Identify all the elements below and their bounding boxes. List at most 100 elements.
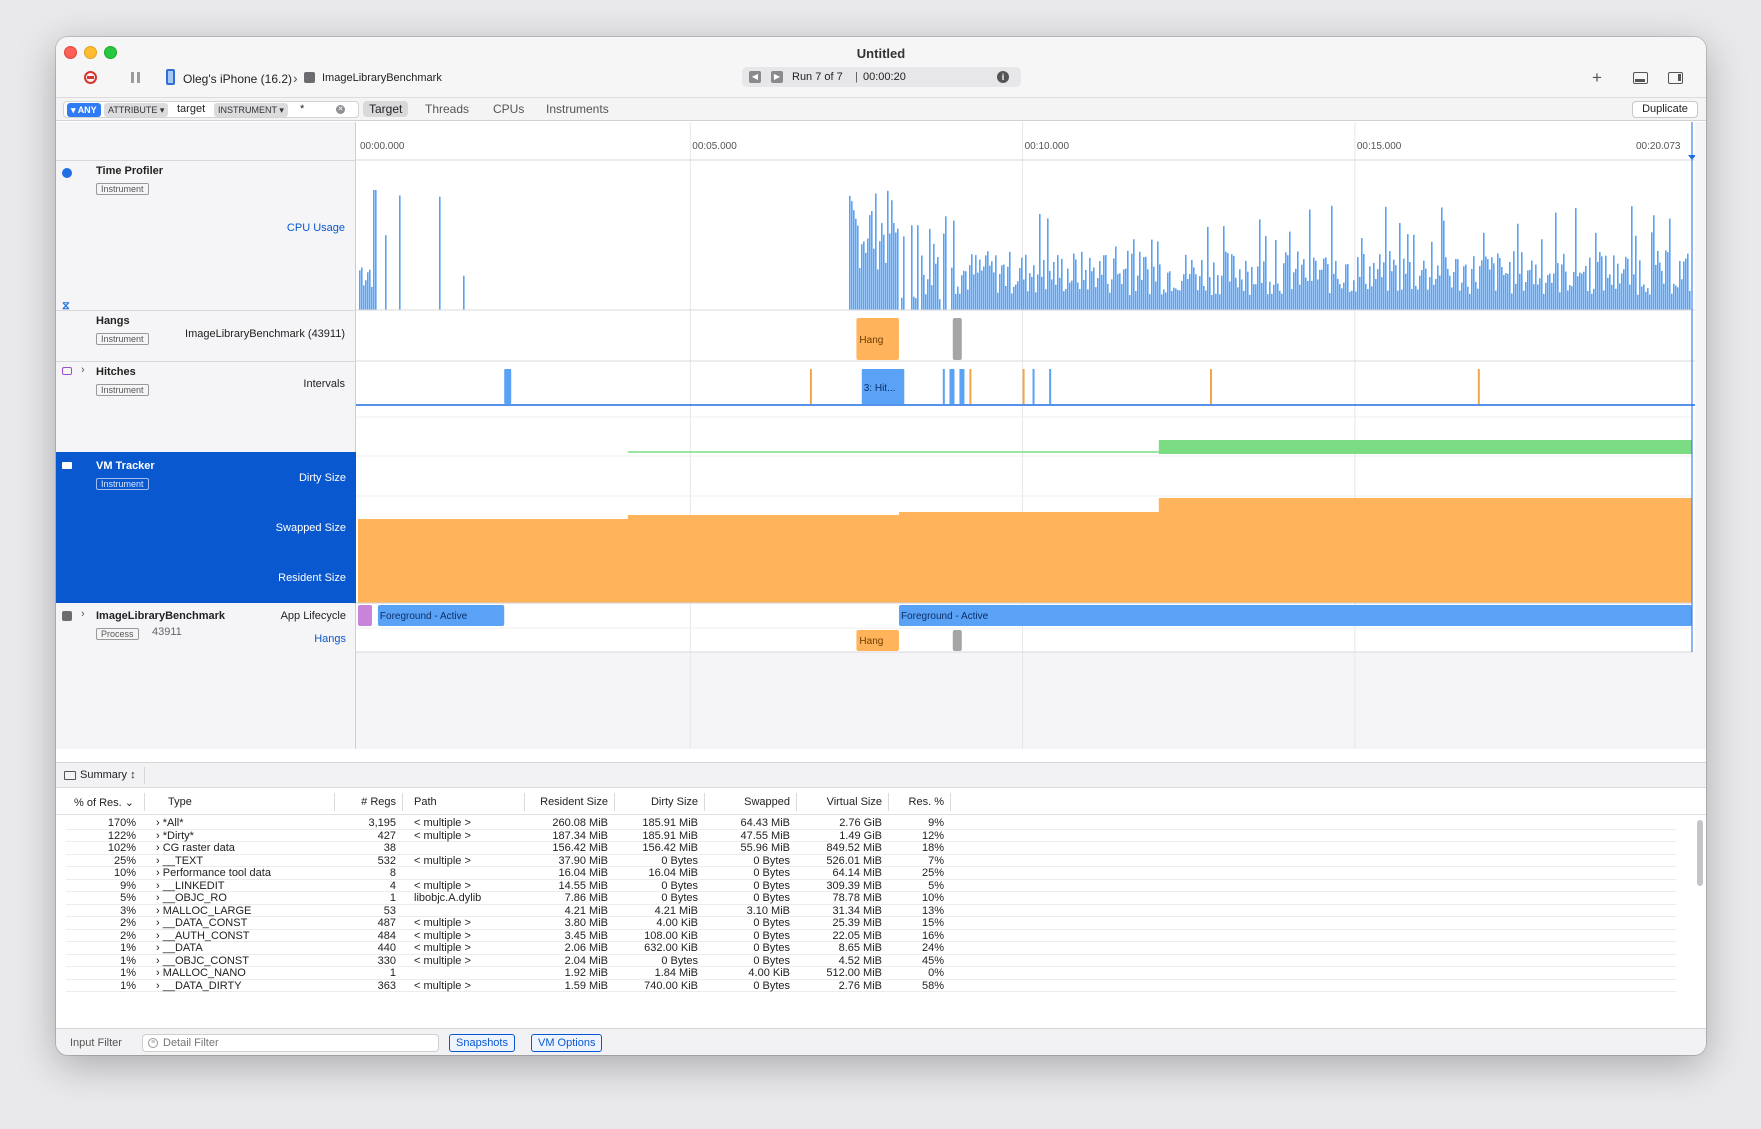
table-row[interactable]: 1% › MALLOC_NANO 1 1.92 MiB 1.84 MiB 4.00 KiB… bbox=[66, 967, 1676, 980]
detail-filter-field[interactable]: ≡ bbox=[142, 1034, 439, 1052]
track-filter-field[interactable]: ▾ ANY ATTRIBUTE ▾ target INSTRUMENT ▾ * … bbox=[63, 101, 359, 118]
attribute-token[interactable]: ATTRIBUTE ▾ bbox=[104, 103, 169, 117]
cpu-bar bbox=[1627, 258, 1629, 310]
cell-respct: 13% bbox=[921, 904, 944, 917]
cpu-bar bbox=[1605, 255, 1607, 310]
row-disclosure-icon[interactable]: › bbox=[156, 955, 163, 967]
table-row[interactable]: 1% › __DATA 440 < multiple > 2.06 MiB 632.00 … bbox=[66, 942, 1676, 955]
add-instrument-button[interactable]: + bbox=[1592, 68, 1602, 88]
row-disclosure-icon[interactable]: › bbox=[156, 880, 163, 892]
col-swapped[interactable]: Swapped bbox=[708, 796, 790, 808]
table-row[interactable]: 5% › __OBJC_RO 1 libobjc.A.dylib 7.86 MiB 0 B… bbox=[66, 892, 1676, 905]
cpu-bar bbox=[1469, 293, 1471, 310]
cell-dirty: 0 Bytes bbox=[661, 854, 698, 867]
row-disclosure-icon[interactable]: › bbox=[156, 867, 163, 879]
table-scrollbar[interactable] bbox=[1696, 818, 1704, 1008]
cpu-bar bbox=[1201, 259, 1203, 310]
cpu-bar bbox=[1521, 252, 1523, 310]
scope-threads[interactable]: Threads bbox=[425, 102, 469, 116]
table-row[interactable]: 122% › *Dirty* 427 < multiple > 187.34 MiB 18… bbox=[66, 830, 1676, 842]
col-path[interactable]: Path bbox=[414, 796, 437, 808]
table-row[interactable]: 9% › __LINKEDIT 4 < multiple > 14.55 MiB 0 By… bbox=[66, 880, 1676, 892]
cpu-bar bbox=[1529, 269, 1531, 310]
hitches-disclosure-icon[interactable]: › bbox=[81, 364, 85, 376]
table-row[interactable]: 2% › __DATA_CONST 487 < multiple > 3.80 MiB 4… bbox=[66, 917, 1676, 930]
any-token[interactable]: ▾ ANY bbox=[67, 103, 101, 117]
table-row[interactable]: 10% › Performance tool data 8 16.04 MiB 16.0… bbox=[66, 867, 1676, 880]
cpu-bar bbox=[969, 265, 971, 310]
table-row[interactable]: 25% › __TEXT 532 < multiple > 37.90 MiB 0 Byt… bbox=[66, 854, 1676, 867]
cpu-bar bbox=[939, 299, 941, 310]
cpu-bar bbox=[1447, 268, 1449, 310]
scrollbar-thumb[interactable] bbox=[1697, 820, 1703, 886]
table-row[interactable]: 102% › CG raster data 38 156.42 MiB 156.42 M… bbox=[66, 842, 1676, 855]
cell-type: › Performance tool data bbox=[156, 867, 336, 879]
col-virtual-size[interactable]: Virtual Size bbox=[800, 796, 882, 808]
cpu-bar bbox=[1385, 206, 1387, 310]
duplicate-button[interactable]: Duplicate bbox=[1632, 101, 1698, 118]
scope-cpus[interactable]: CPUs bbox=[493, 102, 524, 116]
cpu-bar bbox=[1601, 256, 1603, 310]
row-disclosure-icon[interactable]: › bbox=[156, 980, 163, 992]
cpu-bar bbox=[1177, 289, 1179, 310]
cpu-bar bbox=[1329, 293, 1331, 310]
cpu-bar bbox=[1555, 212, 1557, 310]
row-disclosure-icon[interactable]: › bbox=[156, 917, 163, 929]
device-selector[interactable]: Oleg's iPhone (16.2) bbox=[183, 72, 292, 86]
table-row[interactable]: 2% › __AUTH_CONST 484 < multiple > 3.45 MiB 1… bbox=[66, 930, 1676, 942]
timeline-graph[interactable]: 00:00.000 00:05.000 00:10.000 00:15.000 00:2… bbox=[356, 122, 1695, 749]
col-regs[interactable]: # Regs bbox=[356, 796, 396, 808]
cpu-bar bbox=[1077, 282, 1079, 310]
cpu-bar bbox=[1359, 276, 1361, 310]
table-row[interactable]: 1% › __OBJC_CONST 330 < multiple > 2.04 MiB 0… bbox=[66, 955, 1676, 967]
vm-options-button[interactable]: VM Options bbox=[531, 1034, 603, 1052]
row-disclosure-icon[interactable]: › bbox=[156, 930, 163, 942]
vm-tracker-track-header[interactable]: VM Tracker Instrument Dirty Size Swapped… bbox=[56, 452, 356, 603]
clear-filter-icon[interactable]: ✕ bbox=[336, 105, 345, 114]
toggle-detail-area-button[interactable] bbox=[1633, 72, 1648, 84]
cpu-bar bbox=[1291, 289, 1293, 310]
row-disclosure-icon[interactable]: › bbox=[156, 942, 163, 954]
col-type[interactable]: Type bbox=[168, 796, 192, 808]
pause-button[interactable] bbox=[131, 72, 140, 83]
row-disclosure-icon[interactable]: › bbox=[156, 830, 163, 842]
col-dirty-size[interactable]: Dirty Size bbox=[618, 796, 698, 808]
swapped-size-label: Swapped Size bbox=[275, 522, 346, 534]
info-icon[interactable]: i bbox=[997, 71, 1009, 83]
table-row[interactable]: 3% › MALLOC_LARGE 53 4.21 MiB 4.21 MiB 3.10 M… bbox=[66, 904, 1676, 917]
row-disclosure-icon[interactable]: › bbox=[156, 967, 163, 979]
row-disclosure-icon[interactable]: › bbox=[156, 842, 163, 854]
app-icon bbox=[304, 72, 315, 83]
target-selector[interactable]: ImageLibraryBenchmark bbox=[322, 72, 442, 84]
cpu-bar bbox=[1415, 285, 1417, 310]
instrument-token[interactable]: INSTRUMENT ▾ bbox=[214, 103, 288, 117]
cpu-bar bbox=[1481, 260, 1483, 310]
col-resident-size[interactable]: Resident Size bbox=[528, 796, 608, 808]
track-filter-bar: ▾ ANY ATTRIBUTE ▾ target INSTRUMENT ▾ * … bbox=[56, 97, 1706, 121]
col-res-pct[interactable]: Res. % bbox=[892, 796, 944, 808]
process-disclosure-icon[interactable]: › bbox=[81, 608, 85, 620]
table-row[interactable]: 1% › __DATA_DIRTY 363 < multiple > 1.59 MiB 7… bbox=[66, 980, 1676, 992]
cpu-bar bbox=[1057, 255, 1059, 310]
col-pct-res[interactable]: % of Res. ⌄ bbox=[74, 796, 134, 809]
summary-selector[interactable]: Summary ↕ bbox=[80, 769, 136, 781]
table-row[interactable]: 170% › *All* 3,195 < multiple > 260.08 MiB 18… bbox=[66, 817, 1676, 830]
scope-instruments[interactable]: Instruments bbox=[546, 102, 609, 116]
toggle-inspector-button[interactable] bbox=[1668, 72, 1683, 84]
cpu-bar bbox=[1615, 288, 1617, 310]
row-disclosure-icon[interactable]: › bbox=[156, 892, 163, 904]
row-disclosure-icon[interactable]: › bbox=[156, 855, 163, 867]
cpu-bar bbox=[1681, 279, 1683, 310]
cpu-bar bbox=[1251, 266, 1253, 310]
scope-target[interactable]: Target bbox=[363, 101, 409, 117]
previous-run-button[interactable]: ◀ bbox=[749, 71, 761, 83]
cpu-bar bbox=[1581, 273, 1583, 310]
cpu-bar bbox=[1241, 279, 1243, 310]
detail-filter-input[interactable] bbox=[163, 1036, 433, 1050]
row-disclosure-icon[interactable]: › bbox=[156, 905, 163, 917]
cell-res: 16.04 MiB bbox=[558, 867, 608, 879]
next-run-button[interactable]: ▶ bbox=[771, 71, 783, 83]
row-disclosure-icon[interactable]: › bbox=[156, 817, 163, 829]
snapshots-button[interactable]: Snapshots bbox=[449, 1034, 515, 1052]
record-stop-button[interactable] bbox=[84, 71, 97, 84]
